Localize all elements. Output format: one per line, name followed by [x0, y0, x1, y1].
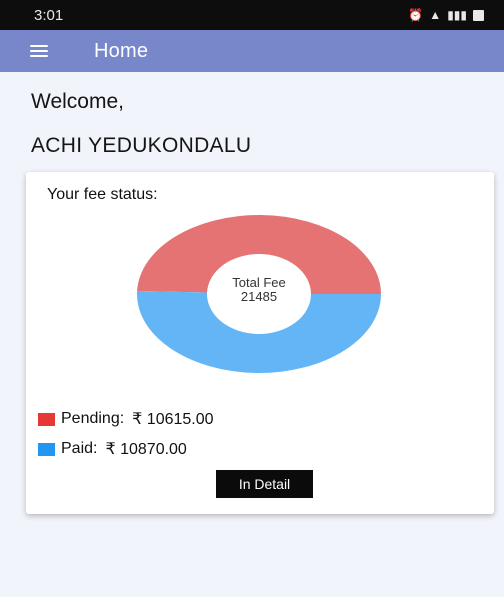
paid-swatch: [38, 442, 55, 456]
pending-label: Pending:: [61, 410, 125, 427]
battery-icon: [473, 9, 484, 21]
total-fee-value: 21485: [240, 289, 278, 304]
legend-paid: Paid: ₹ 10870.00: [38, 439, 187, 459]
legend-pending: Pending: ₹ 10615.00: [38, 409, 214, 429]
user-name: ACHI YEDUKONDALU: [31, 134, 252, 157]
signal-icon: ▲: [429, 8, 442, 22]
status-bar: 3:01 ⏰ ▲ ▮▮▮: [0, 0, 504, 30]
paid-label: Paid:: [61, 440, 98, 457]
network-icon: ▮▮▮: [447, 8, 467, 22]
fee-status-card: Your fee status: Total Fee 21485 Pending…: [26, 172, 494, 514]
page-title: Home: [94, 39, 149, 62]
status-time: 3:01: [34, 6, 64, 24]
status-icons: ⏰ ▲ ▮▮▮: [408, 8, 484, 22]
total-fee-label: Total Fee 21485: [199, 276, 319, 304]
paid-amount: ₹ 10870.00: [105, 441, 187, 458]
fee-status-heading: Your fee status:: [47, 186, 158, 203]
pending-swatch: [38, 412, 55, 426]
in-detail-button[interactable]: In Detail: [216, 470, 313, 498]
welcome-text: Welcome,: [31, 90, 124, 113]
pending-amount: ₹ 10615.00: [132, 411, 214, 428]
total-fee-title: Total Fee: [232, 275, 286, 290]
hamburger-menu-icon[interactable]: [30, 45, 48, 57]
app-bar: Home: [0, 30, 504, 72]
alarm-icon: ⏰: [408, 8, 424, 22]
